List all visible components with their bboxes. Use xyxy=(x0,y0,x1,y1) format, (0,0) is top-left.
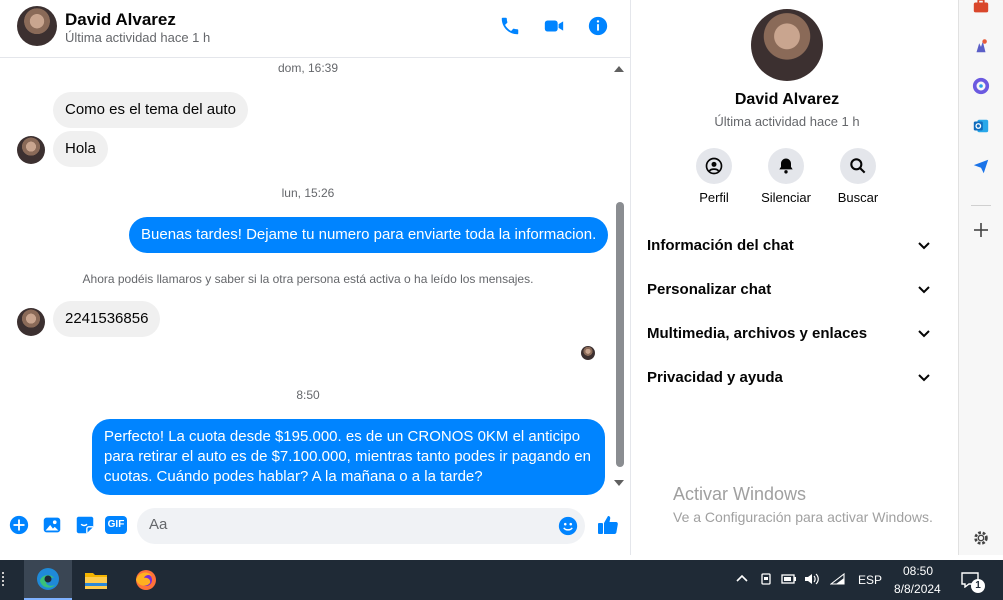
incoming-message[interactable]: Como es el tema del auto xyxy=(53,92,248,128)
wifi-icon[interactable] xyxy=(829,570,847,588)
gif-label: GIF xyxy=(104,516,128,534)
photo-icon[interactable] xyxy=(40,513,64,537)
activate-windows-watermark: Activar Windows Ve a Configuración para … xyxy=(673,484,933,525)
taskbar-handle xyxy=(2,572,5,586)
contact-status: Última actividad hace 1 h xyxy=(65,30,211,45)
sender-avatar[interactable] xyxy=(17,308,45,336)
sticker-icon[interactable] xyxy=(73,513,97,537)
thumbs-up-icon[interactable] xyxy=(596,513,620,537)
battery-icon[interactable] xyxy=(780,570,798,588)
notification-badge: 1 xyxy=(971,579,985,593)
volume-icon[interactable] xyxy=(803,570,821,588)
search-action-label: Buscar xyxy=(837,190,879,205)
message-line: cuotas. Cuándo podes hablar? A la mañana… xyxy=(104,468,483,485)
add-icon[interactable] xyxy=(971,220,991,240)
browser-sidebar xyxy=(958,0,1003,555)
message-line: Perfecto! La cuota desde $195.000. es de… xyxy=(104,428,581,445)
section-label: Personalizar chat xyxy=(647,280,772,298)
sender-avatar[interactable] xyxy=(17,136,45,164)
usb-device-icon[interactable] xyxy=(757,570,775,588)
phone-call-icon[interactable] xyxy=(498,14,522,38)
copilot-icon[interactable] xyxy=(971,76,991,96)
message-input-box[interactable] xyxy=(137,508,585,544)
clock-time[interactable]: 08:50 xyxy=(903,564,933,578)
language-indicator[interactable]: ESP xyxy=(858,573,882,587)
incoming-message[interactable]: 2241536856 xyxy=(53,301,161,337)
chevron-up-icon[interactable] xyxy=(733,570,751,588)
pane-divider xyxy=(630,0,631,555)
section-label: Información del chat xyxy=(647,236,794,254)
info-icon[interactable] xyxy=(586,14,610,38)
section-privacy-help[interactable]: Privacidad y ayuda xyxy=(647,365,932,389)
message-list: dom, 16:39 Como es el tema del auto Hola… xyxy=(0,58,616,498)
profile-action-label: Perfil xyxy=(699,190,729,205)
system-notice: Ahora podéis llamaros y saber si la otra… xyxy=(82,272,534,286)
notification-icon[interactable]: 1 xyxy=(961,571,985,593)
chevron-down-icon xyxy=(918,330,930,338)
section-label: Multimedia, archivos y enlaces xyxy=(647,324,868,342)
incoming-message[interactable]: Hola xyxy=(53,131,108,167)
mute-action-label: Silenciar xyxy=(761,190,811,205)
section-customize-chat[interactable]: Personalizar chat xyxy=(647,277,932,301)
scroll-up-arrow-icon[interactable] xyxy=(614,66,624,72)
bell-icon xyxy=(768,148,804,184)
scroll-down-arrow-icon[interactable] xyxy=(614,480,624,486)
outgoing-message[interactable]: Perfecto! La cuota desde $195.000. es de… xyxy=(92,419,605,495)
firefox-icon[interactable] xyxy=(122,560,170,600)
chevron-down-icon xyxy=(918,374,930,382)
user-circle-icon xyxy=(696,148,732,184)
chat-header: David Alvarez Última actividad hace 1 h xyxy=(0,0,630,58)
message-input[interactable] xyxy=(149,516,549,533)
profile-name: David Alvarez xyxy=(734,91,840,108)
toolbox-icon[interactable] xyxy=(971,0,991,17)
seen-receipt-avatar xyxy=(581,346,595,360)
section-label: Privacidad y ayuda xyxy=(647,368,783,386)
contact-avatar[interactable] xyxy=(17,6,57,46)
plus-circle-icon[interactable] xyxy=(7,513,31,537)
games-icon[interactable] xyxy=(971,36,991,56)
video-call-icon[interactable] xyxy=(542,14,566,38)
search-action[interactable]: Buscar xyxy=(823,148,893,205)
composer: GIF xyxy=(0,504,630,550)
outgoing-message[interactable]: Buenas tardes! Dejame tu numero para env… xyxy=(129,217,609,253)
message-scrollbar[interactable] xyxy=(613,62,627,492)
section-chat-info[interactable]: Información del chat xyxy=(647,233,932,257)
gif-icon[interactable]: GIF xyxy=(103,513,129,537)
profile-status: Última actividad hace 1 h xyxy=(714,114,860,129)
contact-name[interactable]: David Alvarez xyxy=(65,10,176,30)
chevron-down-icon xyxy=(918,286,930,294)
scroll-thumb[interactable] xyxy=(616,202,624,467)
timestamp: 8:50 xyxy=(296,388,320,402)
watermark-title: Activar Windows xyxy=(673,484,807,504)
outlook-icon[interactable] xyxy=(971,116,991,136)
timestamp: dom, 16:39 xyxy=(277,61,339,75)
settings-gear-icon[interactable] xyxy=(971,528,991,548)
file-explorer-icon[interactable] xyxy=(72,560,120,600)
mute-action[interactable]: Silenciar xyxy=(751,148,821,205)
timestamp: lun, 15:26 xyxy=(281,186,335,200)
watermark-subtitle: Ve a Configuración para activar Windows. xyxy=(673,509,933,525)
clock-date[interactable]: 8/8/2024 xyxy=(894,582,941,596)
edge-taskbar-icon[interactable] xyxy=(24,560,72,600)
profile-avatar[interactable] xyxy=(751,9,823,81)
section-media-files-links[interactable]: Multimedia, archivos y enlaces xyxy=(647,321,932,345)
message-line: para retirar el auto es de $7.100.000, m… xyxy=(104,448,591,465)
profile-action[interactable]: Perfil xyxy=(679,148,749,205)
send-icon[interactable] xyxy=(971,156,991,176)
emoji-icon[interactable] xyxy=(557,515,579,537)
windows-taskbar: ESP 08:50 8/8/2024 1 xyxy=(0,560,1003,600)
search-icon xyxy=(840,148,876,184)
chevron-down-icon xyxy=(918,242,930,250)
sidebar-divider xyxy=(971,205,991,206)
